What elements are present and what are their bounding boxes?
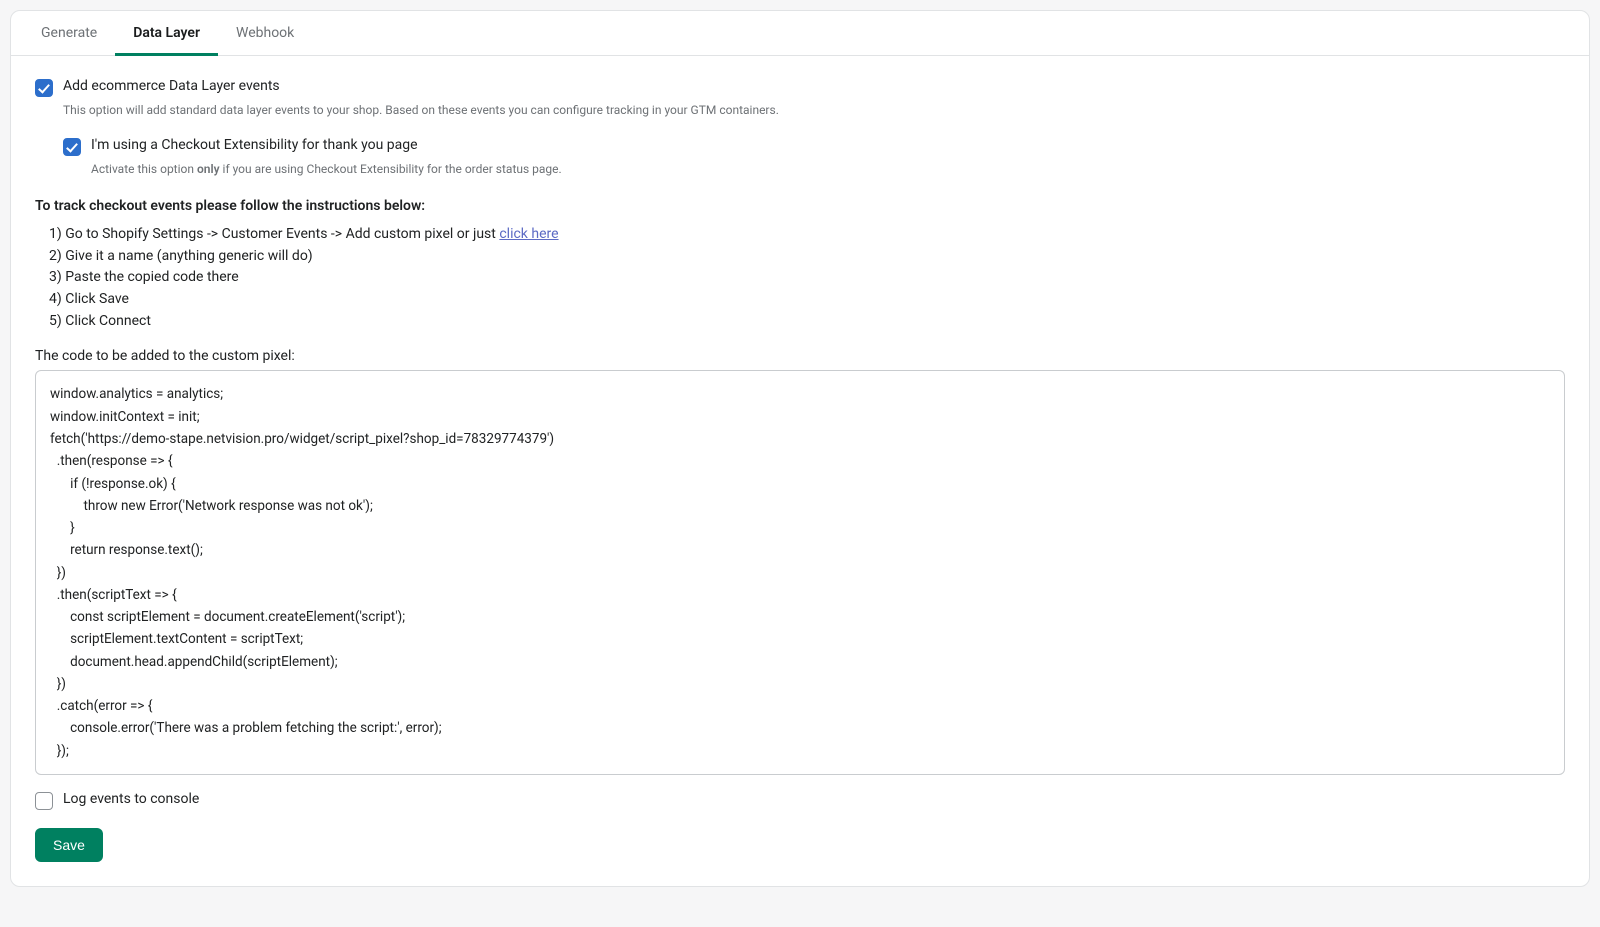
log-events-row: Log events to console [35,791,1565,810]
checkout-ext-row: I'm using a Checkout Extensibility for t… [63,137,1565,156]
checkout-ext-help-only: only [197,162,220,176]
log-events-label: Log events to console [63,791,199,807]
tab-generate[interactable]: Generate [23,11,115,56]
add-events-help: This option will add standard data layer… [63,103,1565,117]
checkout-ext-help: Activate this option only if you are usi… [91,162,1565,176]
add-events-row: Add ecommerce Data Layer events [35,78,1565,97]
instructions-heading: To track checkout events please follow t… [35,198,1565,214]
instruction-step-1: 1) Go to Shopify Settings -> Customer Ev… [49,224,1565,246]
instruction-step-3: 3) Paste the copied code there [49,267,1565,289]
add-events-label: Add ecommerce Data Layer events [63,78,280,94]
checkout-ext-label: I'm using a Checkout Extensibility for t… [91,137,418,153]
save-button[interactable]: Save [35,828,103,862]
add-events-checkbox[interactable] [35,79,53,97]
tab-webhook[interactable]: Webhook [218,11,312,56]
checkout-ext-help-prefix: Activate this option [91,162,197,176]
tab-content: Add ecommerce Data Layer events This opt… [11,56,1589,886]
instruction-step-1-text: 1) Go to Shopify Settings -> Customer Ev… [49,226,499,242]
click-here-link[interactable]: click here [499,226,558,242]
instructions-list: 1) Go to Shopify Settings -> Customer Ev… [49,224,1565,332]
code-label: The code to be added to the custom pixel… [35,348,1565,364]
checkout-ext-checkbox[interactable] [63,138,81,156]
instruction-step-5: 5) Click Connect [49,311,1565,333]
checkout-ext-block: I'm using a Checkout Extensibility for t… [63,137,1565,176]
log-events-checkbox[interactable] [35,792,53,810]
checkout-ext-help-suffix: if you are using Checkout Extensibility … [220,162,562,176]
instruction-step-2: 2) Give it a name (anything generic will… [49,246,1565,268]
instruction-step-4: 4) Click Save [49,289,1565,311]
tab-data-layer[interactable]: Data Layer [115,11,218,56]
custom-pixel-code[interactable]: window.analytics = analytics; window.ini… [35,370,1565,775]
settings-card: Generate Data Layer Webhook Add ecommerc… [10,10,1590,887]
tab-bar: Generate Data Layer Webhook [11,11,1589,56]
